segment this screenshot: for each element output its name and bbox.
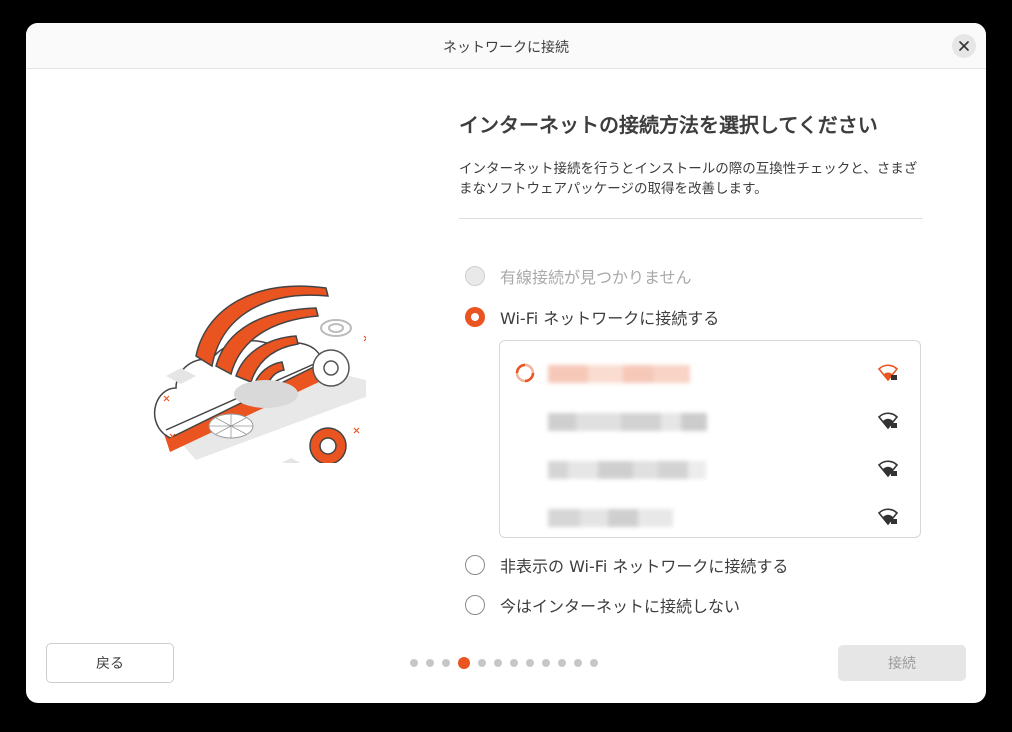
wifi-ssid-redacted [548,413,707,431]
option-wifi[interactable]: Wi-Fi ネットワークに接続する [465,305,719,329]
option-hidden-wifi[interactable]: 非表示の Wi-Fi ネットワークに接続する [465,553,788,577]
page-dot [574,659,582,667]
wifi-secure-icon [878,364,898,382]
option-wifi-label: Wi-Fi ネットワークに接続する [500,309,720,328]
page-dot-active [458,657,470,669]
connect-button[interactable]: 接続 [838,645,966,681]
page-dot [494,659,502,667]
page-dot [590,659,598,667]
radio-hidden-wifi[interactable] [465,555,485,575]
page-description: インターネット接続を行うとインストールの際の互換性チェックと、さまざまなソフトウ… [459,161,918,197]
page-dot [426,659,434,667]
close-button[interactable] [952,34,976,58]
spinner-icon [515,363,535,383]
option-wired: 有線接続が見つかりません [465,264,692,288]
option-wired-label: 有線接続が見つかりません [500,268,692,287]
page-dot [478,659,486,667]
wifi-ssid-redacted [548,461,706,479]
page-dot [558,659,566,667]
page-dot [542,659,550,667]
wifi-secure-icon [878,412,898,430]
wifi-network-row[interactable] [500,349,920,397]
wifi-ssid-redacted [548,509,673,527]
page-indicator [410,656,606,670]
page-dot [510,659,518,667]
page-heading: インターネットの接続方法を選択してください [459,113,878,137]
divider [459,218,923,219]
wifi-secure-icon [878,460,898,478]
network-illustration [153,285,366,463]
page-dot [526,659,534,667]
window-title: ネットワークに接続 [443,40,569,56]
wifi-network-row[interactable] [500,397,920,445]
wifi-ssid-redacted [548,365,690,383]
wifi-network-row[interactable] [500,445,920,493]
page-dot [442,659,450,667]
radio-wired [465,266,485,286]
radio-wifi[interactable] [465,307,485,327]
main-content: インターネットの接続方法を選択してください インターネット接続を行うとインストー… [459,111,923,616]
close-icon [959,41,969,51]
back-button[interactable]: 戻る [46,643,174,683]
wifi-secure-icon [878,508,898,526]
radio-no-internet[interactable] [465,595,485,615]
titlebar: ネットワークに接続 [26,23,986,69]
wifi-network-row[interactable] [500,493,920,541]
setup-window: ネットワークに接続 インターネットの接続方法を選択してください インターネット接… [26,23,986,703]
option-no-internet[interactable]: 今はインターネットに接続しない [465,593,740,617]
option-no-internet-label: 今はインターネットに接続しない [500,597,741,616]
page-dot [410,659,418,667]
option-hidden-wifi-label: 非表示の Wi-Fi ネットワークに接続する [500,557,789,576]
wifi-network-list [499,340,921,538]
